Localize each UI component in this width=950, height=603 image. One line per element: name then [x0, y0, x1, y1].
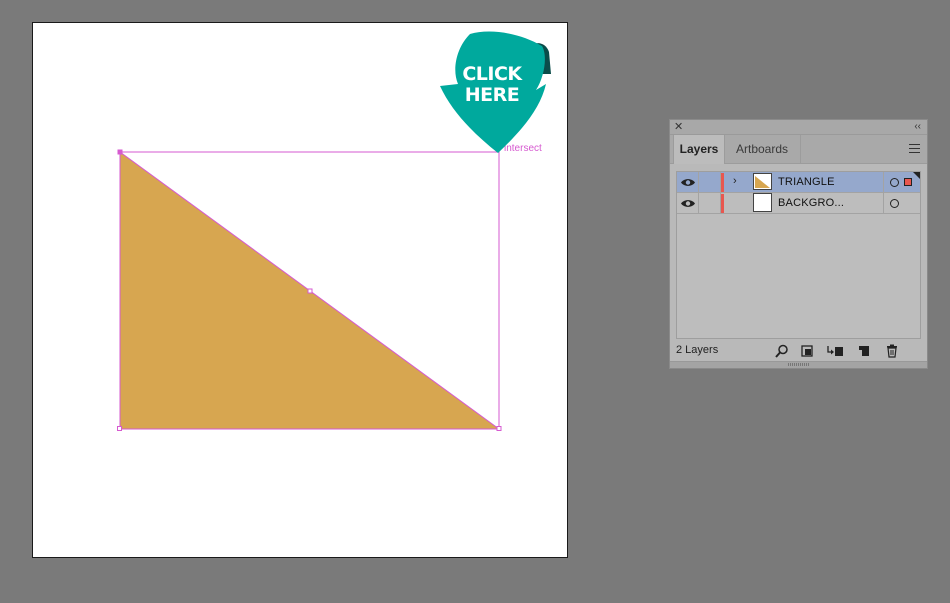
row-separator — [883, 193, 884, 214]
panel-tabbar: Layers Artboards — [670, 135, 927, 164]
layer-row-triangle[interactable]: › TRIANGLE — [677, 172, 920, 193]
layers-panel: ✕ ‹‹ Layers Artboards › TRIANGLE BACKGRO… — [669, 119, 928, 369]
anchor-point-bottom-left[interactable] — [117, 426, 122, 431]
anchor-point-bottom-right[interactable] — [496, 426, 502, 431]
layer-color-indicator — [721, 173, 724, 192]
tab-layers[interactable]: Layers — [673, 135, 725, 164]
target-circle-icon[interactable] — [890, 178, 899, 187]
panel-footer: 2 Layers — [670, 342, 927, 360]
double-chevron-left-icon[interactable]: ‹‹ — [914, 120, 921, 134]
panel-title-bar[interactable]: ✕ ‹‹ — [670, 120, 927, 135]
panel-resize-grip[interactable] — [670, 361, 927, 368]
panel-menu-icon[interactable] — [909, 144, 920, 153]
visibility-eye-icon[interactable] — [677, 193, 699, 214]
current-layer-indicator — [913, 172, 920, 179]
anchor-point-top-left[interactable] — [117, 149, 123, 155]
layers-list: › TRIANGLE BACKGRO... — [676, 171, 921, 339]
grip-dots — [788, 363, 810, 366]
layer-thumbnail — [753, 173, 772, 190]
workspace: intersect CLICK HERE ✕ ‹‹ Layers Artboar… — [0, 0, 950, 603]
lock-toggle[interactable] — [699, 172, 721, 193]
layer-name[interactable]: TRIANGLE — [778, 172, 835, 193]
chevron-right-icon[interactable]: › — [733, 175, 737, 187]
row-separator — [883, 172, 884, 193]
make-clipping-mask-icon[interactable] — [800, 343, 816, 359]
locate-object-icon[interactable] — [774, 343, 790, 359]
layer-count: 2 Layers — [676, 344, 719, 356]
target-circle-icon[interactable] — [890, 199, 899, 208]
create-sublayer-icon[interactable] — [826, 343, 843, 359]
trash-icon[interactable] — [884, 343, 900, 359]
close-icon[interactable]: ✕ — [674, 120, 683, 134]
lock-toggle[interactable] — [699, 193, 721, 214]
visibility-eye-icon[interactable] — [677, 172, 699, 193]
layer-color-indicator — [721, 194, 724, 213]
selection-indicator[interactable] — [904, 178, 912, 186]
layer-name[interactable]: BACKGRO... — [778, 193, 844, 214]
layer-row-background[interactable]: BACKGRO... — [677, 193, 920, 214]
create-new-layer-icon[interactable] — [856, 343, 872, 359]
layer-thumbnail — [753, 193, 772, 212]
tab-artboards[interactable]: Artboards — [724, 135, 801, 163]
